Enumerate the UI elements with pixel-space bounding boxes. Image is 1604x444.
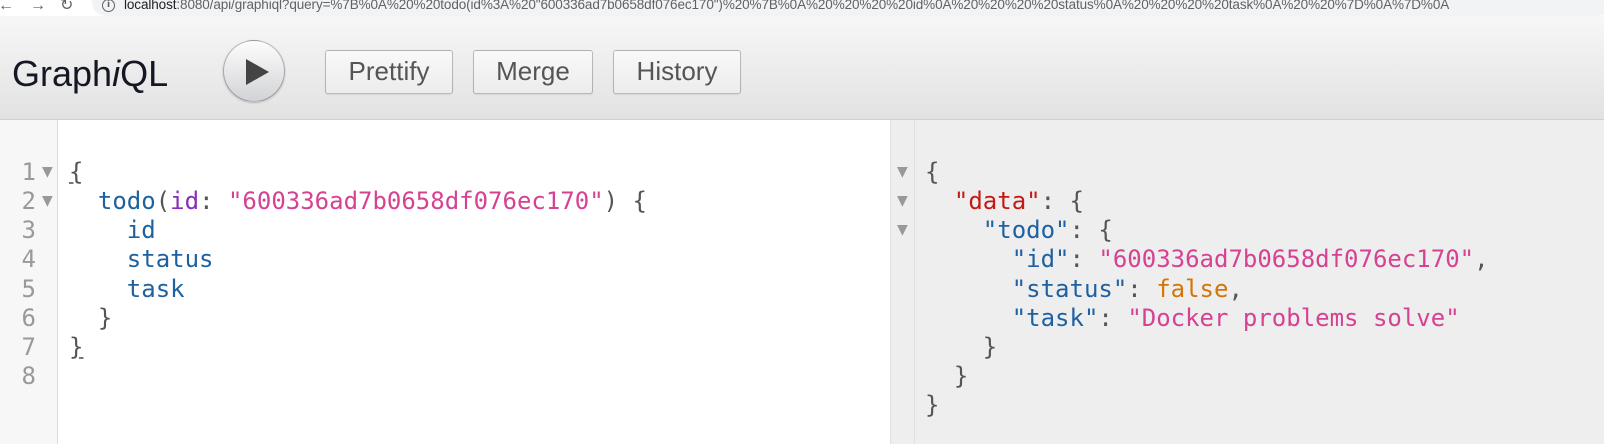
line-number: 8 [21, 362, 36, 390]
result-line: } [925, 391, 940, 419]
play-icon [246, 59, 269, 85]
query-line: id [126, 216, 156, 244]
result-viewer: ▼ ▼ ▼ { "data": { "todo": { "id": "60033… [897, 120, 1604, 444]
line-number: 2 [21, 187, 36, 215]
url-text[interactable]: localhost:8080/api/graphiql?query=%7B%0A… [124, 0, 1449, 13]
fold-arrow-icon[interactable]: ▼ [897, 216, 908, 245]
query-editor[interactable]: 1 2 3 4 5 6 7 8 ▼ ▼ { todo(id: "600336ad… [0, 120, 890, 444]
graphiql-toolbar: GraphiQL Prettify Merge History [0, 16, 1604, 120]
app-title: GraphiQL [12, 53, 169, 94]
line-number: 5 [21, 275, 36, 303]
result-line: "task": "Docker problems solve" [1011, 304, 1460, 332]
line-number: 1 [21, 158, 36, 186]
back-arrow-icon[interactable]: ← [0, 0, 14, 16]
fold-arrow-icon[interactable]: ▼ [897, 158, 908, 187]
result-line: "todo": { [982, 216, 1113, 244]
result-line: { [925, 158, 940, 186]
line-number: 7 [21, 333, 36, 361]
merge-button[interactable]: Merge [473, 50, 593, 94]
prettify-button[interactable]: Prettify [325, 50, 453, 94]
query-line: status [126, 245, 214, 273]
fold-arrow-icon[interactable]: ▼ [42, 158, 53, 187]
query-line: { [69, 158, 84, 186]
query-line: } [69, 333, 84, 361]
query-line: task [126, 275, 185, 303]
query-line: todo(id: "600336ad7b0658df076ec170") { [97, 187, 648, 215]
result-line: "status": false, [1011, 275, 1243, 303]
result-line: } [925, 333, 998, 361]
reload-icon[interactable]: ↻ [60, 0, 73, 16]
line-number: 4 [21, 245, 36, 273]
result-line: "id": "600336ad7b0658df076ec170", [1011, 245, 1489, 273]
line-number: 6 [21, 304, 36, 332]
result-line: "data": { [953, 187, 1084, 215]
browser-address-bar: ← → ↻ i localhost:8080/api/graphiql?quer… [0, 0, 1604, 16]
fold-arrow-icon[interactable]: ▼ [42, 187, 53, 216]
history-button[interactable]: History [613, 50, 741, 94]
execute-query-button[interactable] [223, 40, 285, 102]
line-number: 3 [21, 216, 36, 244]
fold-arrow-icon[interactable]: ▼ [897, 187, 908, 216]
forward-arrow-icon[interactable]: → [30, 0, 46, 16]
result-line: } [925, 362, 969, 390]
query-line: } [69, 304, 113, 332]
